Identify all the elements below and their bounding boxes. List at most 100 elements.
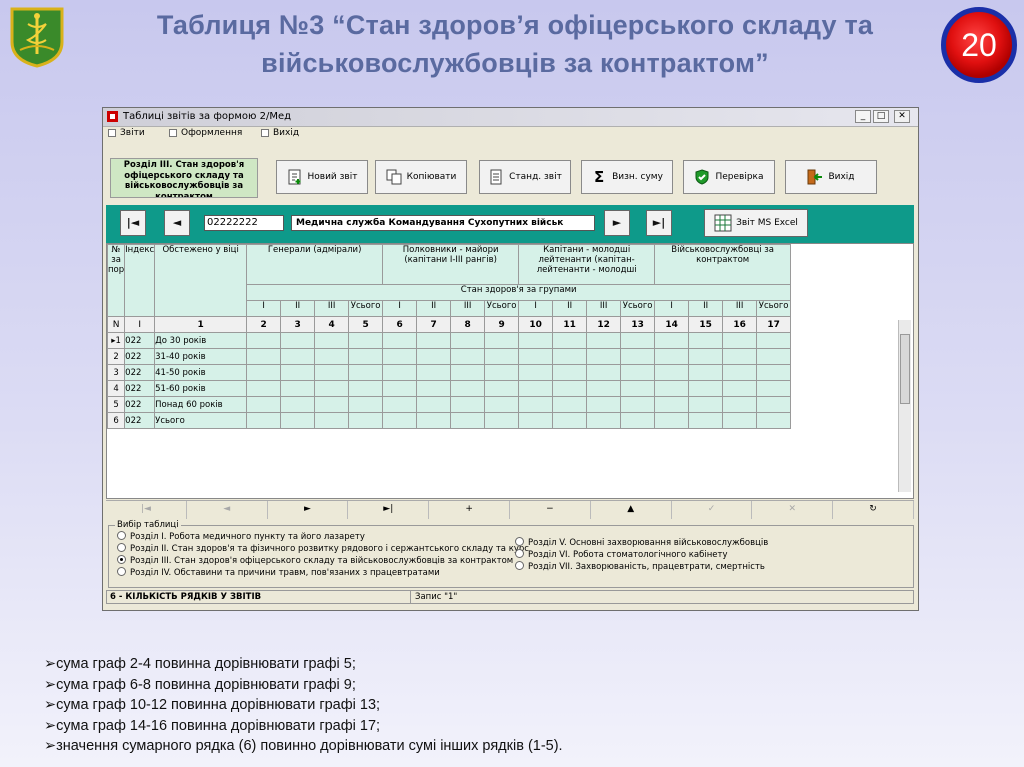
data-cell[interactable] — [722, 364, 758, 381]
navigator-post-button[interactable]: ✓ — [672, 501, 753, 519]
radio-section-7-indicator[interactable] — [515, 561, 524, 570]
data-cell[interactable] — [280, 348, 316, 365]
navigator-last-button[interactable]: ►| — [348, 501, 430, 519]
data-cell[interactable] — [246, 380, 282, 397]
data-cell[interactable] — [722, 396, 758, 413]
radio-section-7[interactable]: Розділ VII. Захворюваність, працевтрати,… — [515, 561, 765, 572]
data-cell[interactable] — [314, 380, 350, 397]
data-cell[interactable] — [586, 348, 622, 365]
data-cell[interactable] — [586, 396, 622, 413]
data-cell[interactable] — [688, 412, 724, 429]
data-cell[interactable] — [450, 396, 486, 413]
data-cell[interactable] — [654, 412, 690, 429]
radio-section-2-indicator[interactable] — [117, 543, 126, 552]
exit-button[interactable]: Вихід — [785, 160, 877, 194]
data-cell[interactable] — [280, 396, 316, 413]
data-cell[interactable] — [552, 380, 588, 397]
navigator-delete-button[interactable]: − — [510, 501, 591, 519]
data-cell[interactable] — [552, 396, 588, 413]
data-cell[interactable] — [280, 380, 316, 397]
radio-section-5-indicator[interactable] — [515, 537, 524, 546]
data-cell[interactable] — [484, 348, 520, 365]
data-cell[interactable] — [348, 348, 384, 365]
data-cell[interactable] — [450, 332, 486, 349]
menu-exit[interactable]: Вихід — [261, 128, 299, 138]
data-cell[interactable] — [314, 348, 350, 365]
data-cell[interactable] — [620, 332, 656, 349]
copy-button[interactable]: Копіювати — [375, 160, 467, 194]
new-report-button[interactable]: Новий звіт — [276, 160, 368, 194]
table-row[interactable]: 3 022 41-50 років — [107, 364, 792, 381]
data-cell[interactable] — [654, 332, 690, 349]
data-cell[interactable] — [518, 412, 554, 429]
data-cell[interactable] — [620, 396, 656, 413]
data-cell[interactable] — [484, 380, 520, 397]
data-cell[interactable] — [314, 364, 350, 381]
data-cell[interactable] — [620, 380, 656, 397]
table-row[interactable]: 4 022 51-60 років — [107, 380, 792, 397]
data-cell[interactable] — [416, 396, 452, 413]
radio-section-2[interactable]: Розділ II. Стан здоров'я та фізичного ро… — [117, 543, 529, 554]
data-cell[interactable] — [552, 348, 588, 365]
data-cell[interactable] — [246, 412, 282, 429]
data-cell[interactable] — [314, 412, 350, 429]
data-cell[interactable] — [756, 380, 792, 397]
data-cell[interactable] — [382, 380, 418, 397]
data-cell[interactable] — [246, 348, 282, 365]
data-cell[interactable] — [722, 332, 758, 349]
radio-section-6-indicator[interactable] — [515, 549, 524, 558]
data-cell[interactable] — [620, 348, 656, 365]
data-cell[interactable] — [654, 348, 690, 365]
navigator-refresh-button[interactable]: ↻ — [833, 501, 914, 519]
data-cell[interactable] — [518, 332, 554, 349]
excel-report-button[interactable]: Звіт MS Excel — [704, 209, 808, 237]
data-cell[interactable] — [416, 380, 452, 397]
vertical-scrollbar[interactable] — [898, 320, 911, 492]
data-cell[interactable] — [654, 364, 690, 381]
data-cell[interactable] — [246, 364, 282, 381]
navigator-edit-button[interactable]: ▲ — [591, 501, 672, 519]
data-cell[interactable] — [756, 348, 792, 365]
data-cell[interactable] — [688, 364, 724, 381]
radio-section-4[interactable]: Розділ IV. Обставини та причини травм, п… — [117, 567, 440, 578]
close-button[interactable]: ✕ — [894, 110, 910, 123]
table-row[interactable]: 5 022 Понад 60 років — [107, 396, 792, 413]
data-cell[interactable] — [518, 364, 554, 381]
data-cell[interactable] — [586, 364, 622, 381]
data-cell[interactable] — [756, 412, 792, 429]
data-cell[interactable] — [348, 412, 384, 429]
data-cell[interactable] — [450, 412, 486, 429]
organization-field[interactable]: Медична служба Командування Сухопутних в… — [291, 215, 595, 231]
data-cell[interactable] — [382, 396, 418, 413]
data-cell[interactable] — [756, 332, 792, 349]
menu-formatting[interactable]: Оформлення — [169, 128, 242, 138]
maximize-button[interactable]: □ — [873, 110, 889, 123]
navigator-next-button[interactable]: ► — [268, 501, 349, 519]
data-cell[interactable] — [314, 396, 350, 413]
data-cell[interactable] — [450, 380, 486, 397]
next-record-button[interactable]: ► — [604, 210, 630, 236]
data-cell[interactable] — [586, 412, 622, 429]
radio-section-1-indicator[interactable] — [117, 531, 126, 540]
prev-record-button[interactable]: ◄ — [164, 210, 190, 236]
data-cell[interactable] — [382, 348, 418, 365]
data-cell[interactable] — [450, 348, 486, 365]
data-cell[interactable] — [756, 364, 792, 381]
data-cell[interactable] — [722, 380, 758, 397]
check-button[interactable]: Перевірка — [683, 160, 775, 194]
data-cell[interactable] — [552, 412, 588, 429]
data-cell[interactable] — [688, 332, 724, 349]
data-cell[interactable] — [484, 364, 520, 381]
data-cell[interactable] — [688, 380, 724, 397]
data-cell[interactable] — [756, 396, 792, 413]
data-cell[interactable] — [484, 412, 520, 429]
table-row[interactable]: 2 022 31-40 років — [107, 348, 792, 365]
data-cell[interactable] — [280, 412, 316, 429]
data-cell[interactable] — [654, 396, 690, 413]
data-cell[interactable] — [416, 348, 452, 365]
data-cell[interactable] — [518, 396, 554, 413]
navigator-prior-button[interactable]: ◄ — [187, 501, 268, 519]
data-cell[interactable] — [722, 412, 758, 429]
radio-section-3[interactable]: Розділ III. Стан здоров'я офіцерського с… — [117, 555, 513, 566]
data-cell[interactable] — [518, 348, 554, 365]
